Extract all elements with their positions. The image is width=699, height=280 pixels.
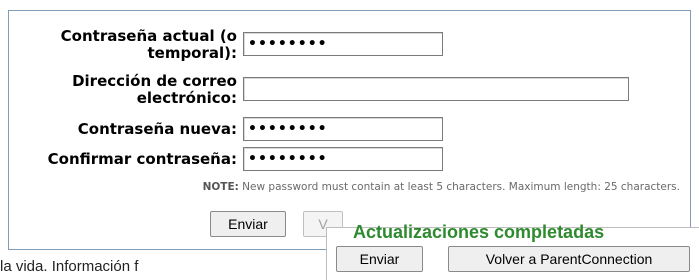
note-prefix: NOTE: bbox=[202, 181, 239, 193]
confirm-password-input[interactable]: •••••••• bbox=[243, 147, 443, 171]
password-requirements-note: NOTE: New password must contain at least… bbox=[9, 181, 680, 193]
email-input[interactable] bbox=[243, 77, 629, 101]
background-page-text: la vida. Información f bbox=[0, 258, 139, 275]
password-form-panel: Contraseña actual (o temporal): ••••••••… bbox=[8, 10, 691, 250]
new-password-input[interactable]: •••••••• bbox=[243, 117, 443, 141]
update-complete-panel: Actualizaciones completadas Enviar Volve… bbox=[326, 222, 699, 280]
email-label: Dirección de correo electrónico: bbox=[72, 72, 237, 107]
new-password-label: Contraseña nueva: bbox=[77, 120, 237, 138]
back-to-parentconnection-button[interactable]: Volver a ParentConnection bbox=[448, 246, 690, 272]
note-text: New password must contain at least 5 cha… bbox=[238, 181, 680, 193]
update-complete-title: Actualizaciones completadas bbox=[353, 222, 605, 242]
current-password-label: Contraseña actual (o temporal): bbox=[60, 27, 237, 62]
confirm-password-label: Confirmar contraseña: bbox=[47, 150, 237, 168]
current-password-input[interactable]: •••••••• bbox=[243, 32, 443, 56]
submit-button[interactable]: Enviar bbox=[210, 211, 286, 237]
overlay-submit-button[interactable]: Enviar bbox=[336, 246, 423, 272]
